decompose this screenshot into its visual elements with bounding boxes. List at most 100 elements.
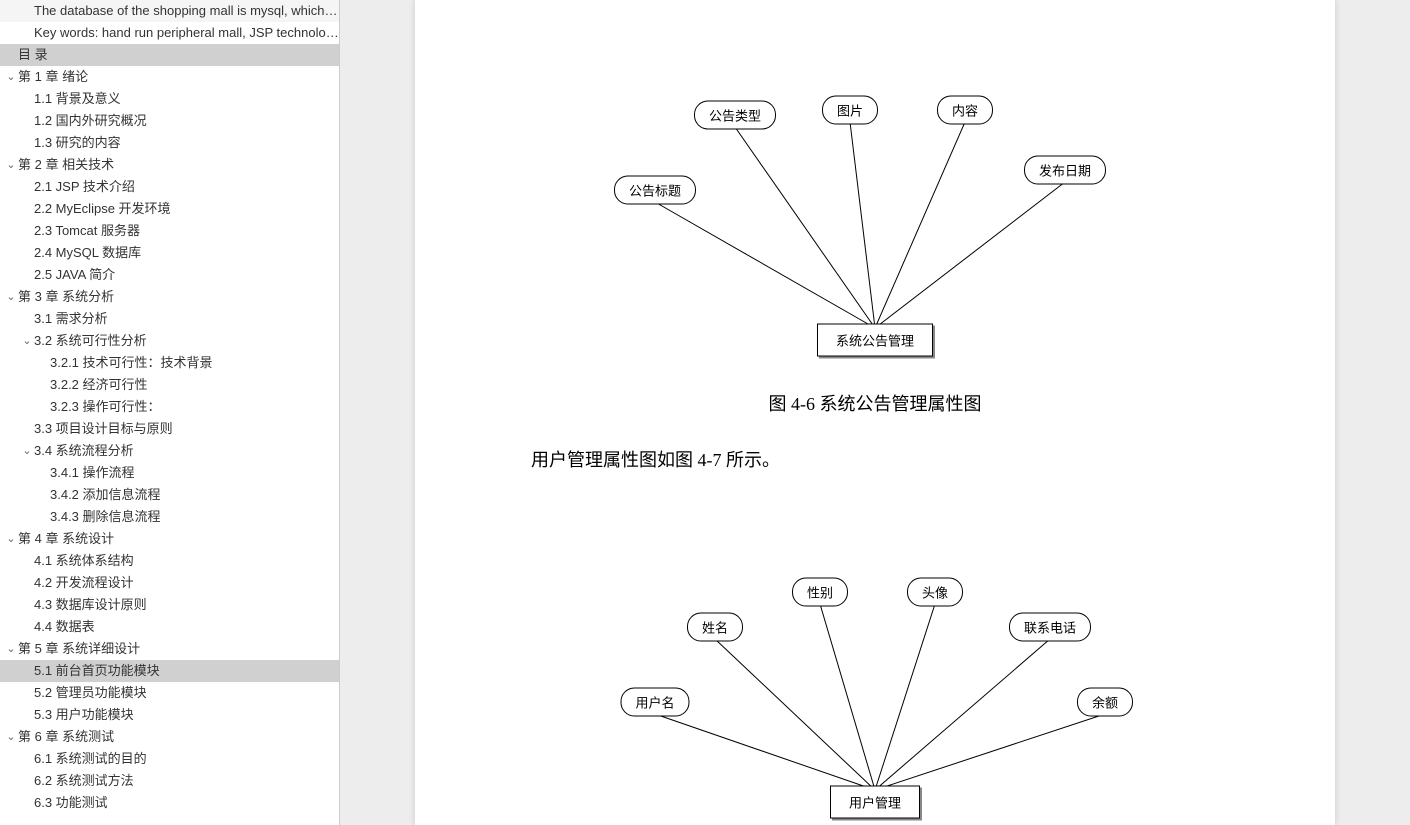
outline-item[interactable]: 6.1 系统测试的目的: [0, 748, 339, 770]
chevron-down-icon[interactable]: ⌄: [4, 286, 18, 308]
outline-label: 3.3 项目设计目标与原则: [34, 418, 173, 440]
diagram-attribute: 头像: [907, 578, 963, 607]
chevron-down-icon[interactable]: ⌄: [20, 330, 34, 352]
outline-item[interactable]: 3.2.2 经济可行性: [0, 374, 339, 396]
chevron-down-icon[interactable]: ⌄: [4, 638, 18, 660]
chevron-down-icon[interactable]: ⌄: [4, 154, 18, 176]
diagram-attribute: 联系电话: [1009, 613, 1091, 642]
outline-item[interactable]: ⌄第 5 章 系统详细设计: [0, 638, 339, 660]
diagram-attribute: 姓名: [687, 613, 743, 642]
outline-item[interactable]: ⌄第 2 章 相关技术: [0, 154, 339, 176]
outline-panel: The database of the shopping mall is mys…: [0, 0, 340, 825]
outline-item[interactable]: 4.4 数据表: [0, 616, 339, 638]
outline-item[interactable]: Key words: hand run peripheral mall, JSP…: [0, 22, 339, 44]
outline-label: 3.4.2 添加信息流程: [50, 484, 161, 506]
outline-item[interactable]: 2.3 Tomcat 服务器: [0, 220, 339, 242]
diagram-lines: [595, 40, 1155, 370]
outline-label: 4.1 系统体系结构: [34, 550, 134, 572]
diagram-user-management: 用户管理用户名姓名性别头像联系电话余额: [595, 502, 1155, 802]
outline-label: 4.4 数据表: [34, 616, 95, 638]
outline-item[interactable]: 3.1 需求分析: [0, 308, 339, 330]
diagram-attribute: 内容: [937, 96, 993, 125]
outline-item[interactable]: 5.2 管理员功能模块: [0, 682, 339, 704]
chevron-down-icon[interactable]: ⌄: [4, 726, 18, 748]
outline-item[interactable]: 2.1 JSP 技术介绍: [0, 176, 339, 198]
outline-label: 1.3 研究的内容: [34, 132, 121, 154]
outline-label: 2.5 JAVA 简介: [34, 264, 115, 286]
diagram-attribute: 公告标题: [614, 176, 696, 205]
outline-item[interactable]: 3.2.1 技术可行性：技术背景: [0, 352, 339, 374]
outline-label: 3.2.3 操作可行性：: [50, 396, 161, 418]
outline-label: 5.2 管理员功能模块: [34, 682, 147, 704]
outline-label: 1.1 背景及意义: [34, 88, 121, 110]
document-viewport[interactable]: 系统公告管理 公告标题 公告类型 图片 内容发布日期 图 4-6 系统公告管理属性图 用…: [340, 0, 1410, 825]
outline-label: 第 6 章 系统测试: [18, 726, 114, 748]
diagram-attribute: 公告类型: [694, 101, 776, 130]
outline-label: 4.2 开发流程设计: [34, 572, 134, 594]
outline-label: 第 3 章 系统分析: [18, 286, 114, 308]
outline-item[interactable]: 5.3 用户功能模块: [0, 704, 339, 726]
outline-label: 3.4 系统流程分析: [34, 440, 134, 462]
outline-label: 3.2 系统可行性分析: [34, 330, 147, 352]
outline-item[interactable]: 3.4.1 操作流程: [0, 462, 339, 484]
outline-label: 6.1 系统测试的目的: [34, 748, 147, 770]
outline-label: 第 4 章 系统设计: [18, 528, 114, 550]
outline-item[interactable]: 4.2 开发流程设计: [0, 572, 339, 594]
chevron-down-icon[interactable]: ⌄: [20, 440, 34, 462]
outline-item[interactable]: 3.3 项目设计目标与原则: [0, 418, 339, 440]
figure-caption: 图 4-6 系统公告管理属性图: [495, 390, 1255, 416]
outline-label: 3.2.1 技术可行性：技术背景: [50, 352, 213, 374]
outline-label: 2.1 JSP 技术介绍: [34, 176, 135, 198]
outline-item[interactable]: 1.2 国内外研究概况: [0, 110, 339, 132]
diagram-root: 系统公告管理: [817, 324, 933, 357]
diagram-attribute: 发布日期: [1024, 156, 1106, 185]
outline-label: 3.1 需求分析: [34, 308, 108, 330]
outline-item[interactable]: ⌄第 6 章 系统测试: [0, 726, 339, 748]
chevron-down-icon[interactable]: ⌄: [4, 66, 18, 88]
outline-label: 6.2 系统测试方法: [34, 770, 134, 792]
outline-item[interactable]: ⌄第 3 章 系统分析: [0, 286, 339, 308]
diagram-attribute: 余额: [1077, 688, 1133, 717]
outline-label: The database of the shopping mall is mys…: [34, 0, 339, 22]
outline-label: 5.1 前台首页功能模块: [34, 660, 160, 682]
outline-item[interactable]: ⌄3.4 系统流程分析: [0, 440, 339, 462]
outline-item[interactable]: 4.1 系统体系结构: [0, 550, 339, 572]
chevron-down-icon[interactable]: ⌄: [4, 528, 18, 550]
outline-item[interactable]: 2.5 JAVA 简介: [0, 264, 339, 286]
outline-item[interactable]: 5.1 前台首页功能模块: [0, 660, 339, 682]
outline-item[interactable]: 1.3 研究的内容: [0, 132, 339, 154]
outline-item[interactable]: ⌄3.2 系统可行性分析: [0, 330, 339, 352]
outline-label: 3.4.3 删除信息流程: [50, 506, 161, 528]
outline-item[interactable]: ⌄第 1 章 绪论: [0, 66, 339, 88]
outline-label: 4.3 数据库设计原则: [34, 594, 147, 616]
outline-item[interactable]: 3.2.3 操作可行性：: [0, 396, 339, 418]
outline-label: 3.2.2 经济可行性: [50, 374, 148, 396]
outline-item[interactable]: The database of the shopping mall is mys…: [0, 0, 339, 22]
outline-label: Key words: hand run peripheral mall, JSP…: [34, 22, 339, 44]
outline-label: 2.4 MySQL 数据库: [34, 242, 141, 264]
outline-item[interactable]: ⌄第 4 章 系统设计: [0, 528, 339, 550]
outline-label: 第 1 章 绪论: [18, 66, 88, 88]
outline-item[interactable]: 6.3 功能测试: [0, 792, 339, 814]
outline-item[interactable]: 1.1 背景及意义: [0, 88, 339, 110]
outline-item[interactable]: 3.4.2 添加信息流程: [0, 484, 339, 506]
diagram-system-announcement: 系统公告管理 公告标题 公告类型 图片 内容发布日期: [595, 40, 1155, 370]
outline-item[interactable]: 2.2 MyEclipse 开发环境: [0, 198, 339, 220]
outline-item[interactable]: 4.3 数据库设计原则: [0, 594, 339, 616]
outline-label: 2.2 MyEclipse 开发环境: [34, 198, 171, 220]
outline-item[interactable]: 3.4.3 删除信息流程: [0, 506, 339, 528]
outline-label: 6.3 功能测试: [34, 792, 108, 814]
outline-label: 目 录: [18, 44, 48, 66]
document-page: 系统公告管理 公告标题 公告类型 图片 内容发布日期 图 4-6 系统公告管理属性图 用…: [415, 0, 1335, 825]
outline-item[interactable]: 目 录: [0, 44, 339, 66]
outline-label: 2.3 Tomcat 服务器: [34, 220, 140, 242]
outline-label: 第 5 章 系统详细设计: [18, 638, 140, 660]
outline-label: 第 2 章 相关技术: [18, 154, 114, 176]
outline-item[interactable]: 6.2 系统测试方法: [0, 770, 339, 792]
diagram-lines: [595, 502, 1155, 802]
body-paragraph: 用户管理属性图如图 4-7 所示。: [495, 446, 1255, 472]
diagram-attribute: 图片: [822, 96, 878, 125]
outline-label: 5.3 用户功能模块: [34, 704, 134, 726]
diagram-attribute: 用户名: [620, 688, 689, 717]
outline-item[interactable]: 2.4 MySQL 数据库: [0, 242, 339, 264]
